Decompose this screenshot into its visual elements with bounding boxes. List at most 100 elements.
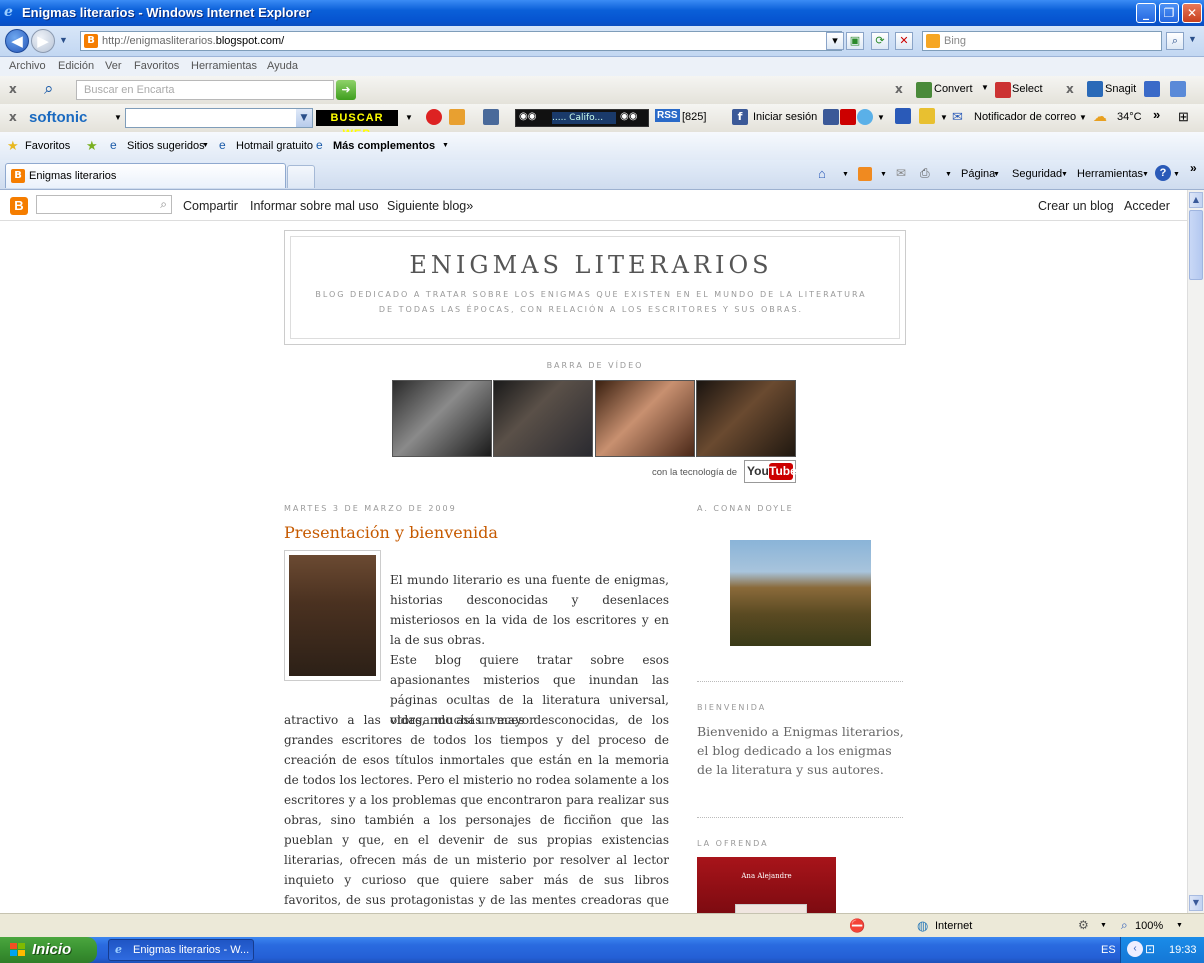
favorites-button[interactable]: Favoritos	[25, 140, 70, 152]
video-thumbnail-2[interactable]	[493, 380, 593, 457]
home-dropdown-icon[interactable]: ▼	[842, 171, 849, 178]
volume-icon[interactable]: ◉◉	[620, 111, 637, 122]
blog-title[interactable]: ENIGMAS LITERARIOS	[285, 251, 897, 279]
conan-doyle-portrait[interactable]	[284, 550, 381, 681]
menu-edicion[interactable]: Edición	[58, 60, 94, 72]
convert-dropdown-icon[interactable]: ▼	[981, 83, 989, 92]
feeds-icon[interactable]	[858, 167, 872, 181]
softonic-search-input[interactable]: ▼	[125, 108, 313, 128]
compatibility-icon[interactable]: ▣	[846, 32, 864, 50]
taskbar-ie-window[interactable]: e Enigmas literarios - W...	[108, 939, 254, 961]
scroll-thumb[interactable]	[1189, 210, 1203, 280]
weather-temp[interactable]: 34°C	[1117, 111, 1142, 123]
new-tab-button[interactable]	[287, 165, 315, 188]
share-link[interactable]: Compartir	[183, 199, 238, 213]
security-dropdown-icon[interactable]: ▼	[1061, 171, 1068, 178]
tab-enigmas-literarios[interactable]: B Enigmas literarios	[5, 163, 286, 188]
post-title[interactable]: Presentación y bienvenida	[284, 523, 498, 542]
apps-dropdown-icon[interactable]: ▼	[940, 113, 948, 122]
calculator-icon[interactable]	[483, 109, 499, 125]
video-thumbnail-4[interactable]	[696, 380, 796, 457]
more-addons-link[interactable]: Más complementos	[333, 140, 435, 152]
search-input[interactable]: Bing	[922, 31, 1162, 51]
zoom-dropdown-icon[interactable]: ▼	[1176, 922, 1183, 929]
buscar-web-button[interactable]: BUSCAR WEB	[316, 110, 398, 140]
print-dropdown-icon[interactable]: ▼	[945, 171, 952, 178]
report-abuse-link[interactable]: Informar sobre mal uso	[250, 199, 379, 213]
snagit-button[interactable]: Snagit	[1105, 83, 1136, 95]
refresh-icon[interactable]: ⟳	[871, 32, 889, 50]
zoom-level[interactable]: 100%	[1135, 920, 1163, 932]
clock[interactable]: 19:33	[1169, 944, 1197, 956]
close-snagit-toolbar-icon[interactable]: x	[1066, 82, 1074, 96]
forward-button[interactable]: ▶	[31, 29, 55, 53]
la-ofrenda-book-cover[interactable]: Ana Alejandre	[697, 857, 836, 913]
restore-button[interactable]: ❐	[1159, 3, 1179, 23]
security-status-dropdown-icon[interactable]: ▼	[1100, 922, 1107, 929]
security-menu[interactable]: Seguridad	[1012, 168, 1062, 180]
help-icon[interactable]: ?	[1155, 165, 1171, 181]
mail-dropdown-icon[interactable]: ▼	[1079, 113, 1087, 122]
more-toolbar-icon[interactable]: »	[1153, 107, 1160, 122]
rss-icon[interactable]: RSS	[655, 109, 680, 122]
radio-station-display[interactable]: ..... Califo...	[552, 112, 616, 124]
security-status-icon[interactable]: ⚙	[1078, 918, 1089, 932]
softonic-dropdown-icon[interactable]: ▼	[114, 113, 122, 122]
video-thumbnail-3[interactable]	[595, 380, 695, 457]
history-dropdown-icon[interactable]: ▼	[59, 35, 68, 45]
protected-mode-icon[interactable]: ⛔	[849, 918, 865, 934]
add-favorite-icon[interactable]: ★	[86, 138, 98, 154]
close-softonic-toolbar-icon[interactable]: x	[9, 110, 17, 124]
command-overflow-icon[interactable]: »	[1190, 161, 1197, 175]
close-toolbar-icon[interactable]: x	[9, 82, 17, 96]
softonic-logo[interactable]: softonic	[29, 109, 87, 126]
language-indicator[interactable]: ES	[1101, 944, 1116, 956]
softonic-select-arrow-icon[interactable]: ▼	[296, 109, 312, 127]
window-title-bar[interactable]: e Enigmas literarios - Windows Internet …	[0, 0, 1204, 26]
facebook-small-icon[interactable]	[823, 109, 839, 125]
game-icon[interactable]	[449, 109, 465, 125]
social-dropdown-icon[interactable]: ▼	[877, 113, 885, 122]
menu-ayuda[interactable]: Ayuda	[267, 60, 298, 72]
address-dropdown-icon[interactable]: ▾	[826, 32, 844, 50]
help-dropdown-icon[interactable]: ▼	[1173, 171, 1180, 178]
addons-dropdown-icon[interactable]: ▼	[442, 142, 449, 149]
feeds-dropdown-icon[interactable]: ▼	[880, 171, 887, 178]
tools-menu[interactable]: Herramientas	[1077, 168, 1143, 180]
mario-icon[interactable]	[426, 109, 442, 125]
next-blog-link[interactable]: Siguiente blog»	[387, 199, 473, 213]
apps-grid-icon[interactable]	[919, 108, 935, 124]
scroll-down-icon[interactable]: ▼	[1189, 895, 1203, 911]
search-button-icon[interactable]: ⌕	[1166, 32, 1184, 50]
page-dropdown-icon[interactable]: ▼	[993, 171, 1000, 178]
encarta-search-input[interactable]: Buscar en Encarta	[76, 80, 334, 100]
castle-image[interactable]	[730, 540, 871, 646]
play-icon[interactable]: ◉◉	[519, 111, 536, 122]
close-button[interactable]: ✕	[1182, 3, 1202, 23]
snagit-capture-icon[interactable]	[1170, 81, 1186, 97]
suggested-sites-link[interactable]: Sitios sugeridos	[127, 140, 205, 152]
create-blog-link[interactable]: Crear un blog	[1038, 199, 1114, 213]
snagit-window-icon[interactable]	[1144, 81, 1160, 97]
encarta-go-button[interactable]: ➜	[336, 80, 356, 100]
select-button[interactable]: Select	[1012, 83, 1043, 95]
menu-ver[interactable]: Ver	[105, 60, 122, 72]
menu-archivo[interactable]: Archivo	[9, 60, 46, 72]
app-icon[interactable]	[895, 108, 911, 124]
stop-icon[interactable]: ✕	[895, 32, 913, 50]
twitter-icon[interactable]	[857, 109, 873, 125]
radio-player[interactable]: ◉◉ ..... Califo... ◉◉	[515, 109, 649, 127]
page-menu[interactable]: Página	[961, 168, 995, 180]
toolbar-options-icon[interactable]: ⊞	[1178, 109, 1189, 125]
minimize-button[interactable]: _	[1136, 3, 1156, 23]
blogger-logo[interactable]: B	[10, 197, 28, 215]
login-button[interactable]: Iniciar sesión	[753, 111, 817, 123]
vertical-scrollbar[interactable]: ▲ ▼	[1187, 190, 1204, 913]
sign-in-link[interactable]: Acceder	[1124, 199, 1170, 213]
blog-search-input[interactable]: ⌕	[36, 195, 172, 214]
suggested-dropdown-icon[interactable]: ▼	[202, 142, 209, 149]
home-icon[interactable]: ⌂	[818, 166, 826, 181]
youtube-logo[interactable]: You Tube	[744, 460, 797, 483]
youtube-icon[interactable]	[840, 109, 856, 125]
video-thumbnail-1[interactable]	[392, 380, 492, 457]
